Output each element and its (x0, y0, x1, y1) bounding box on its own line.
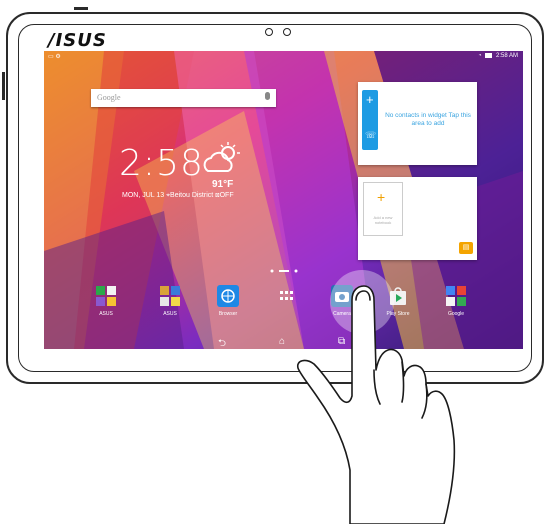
dock-label: Camera (333, 311, 351, 317)
dock-label: Google (447, 311, 465, 317)
notification-icons: ▭ ⚙ (48, 54, 61, 60)
dock-browser[interactable]: Browser (208, 285, 248, 317)
mic-icon[interactable] (265, 92, 270, 100)
dock-label: ASUS (99, 311, 113, 317)
dock-label: Play Store (386, 311, 410, 317)
add-notebook-label: Add a new notebook (373, 215, 393, 225)
asus-folder-icon (95, 285, 117, 307)
front-camera (265, 28, 273, 36)
browser-icon (217, 285, 239, 307)
notes-widget[interactable]: + Add a new notebook ▤ (358, 177, 477, 260)
dock-camera[interactable]: Camera (322, 285, 362, 317)
battery-icon (485, 53, 493, 58)
asus-logo: /ISUS (48, 30, 107, 51)
asus-apps-folder-icon (159, 285, 181, 307)
dock-google-folder[interactable]: Google (436, 285, 476, 317)
date-location: MON, JUL 13 ⌖Beitou District ⊠OFF (122, 192, 234, 199)
power-button[interactable] (74, 7, 88, 10)
status-bar: ▭ ⚙ ◔ 2:58 AM (44, 51, 523, 63)
status-time: 2:58 AM (495, 53, 518, 60)
status-right: ◔ 2:58 AM (478, 53, 518, 59)
back-icon[interactable]: ⮌ (218, 336, 226, 349)
page-indicator (270, 269, 298, 273)
google-folder-icon (445, 285, 467, 307)
dock-play-store[interactable]: Play Store (378, 285, 418, 317)
home-screen: ▭ ⚙ ◔ 2:58 AM Google 2:58 91°F MON, JUL … (44, 51, 523, 349)
recents-icon[interactable]: ⧉ (338, 336, 345, 347)
new-notebook-tile[interactable]: + Add a new notebook (363, 182, 403, 236)
search-placeholder: Google (97, 93, 121, 102)
address-book-icon[interactable]: ☏ (365, 130, 376, 141)
add-notebook-icon: + (377, 189, 386, 205)
dock-label: ASUS (163, 311, 177, 317)
play-store-icon (387, 285, 409, 307)
add-contact-icon[interactable]: + (366, 92, 374, 107)
dock-asus-folder[interactable]: ASUS (86, 285, 126, 317)
wifi-icon: ◔ (478, 53, 482, 60)
clock-time[interactable]: 2:58 (119, 143, 204, 184)
contacts-empty-message[interactable]: No contacts in widget Tap this area to a… (384, 112, 472, 128)
temperature: 91°F (212, 179, 234, 190)
partly-sunny-icon[interactable] (202, 141, 240, 175)
volume-button[interactable] (2, 72, 5, 100)
dock-label: Browser (218, 311, 238, 317)
dock-asus-apps[interactable]: ASUS (150, 285, 190, 317)
light-sensor (283, 28, 291, 36)
camera-icon (331, 285, 353, 307)
all-apps-icon (275, 285, 297, 307)
notes-widget-icon[interactable]: ▤ (459, 242, 473, 254)
dock-all-apps[interactable] (266, 285, 306, 307)
google-search-bar[interactable]: Google (91, 89, 276, 107)
home-icon[interactable]: ⌂ (279, 336, 285, 347)
contacts-widget[interactable]: + ☏ No contacts in widget Tap this area … (358, 82, 477, 165)
